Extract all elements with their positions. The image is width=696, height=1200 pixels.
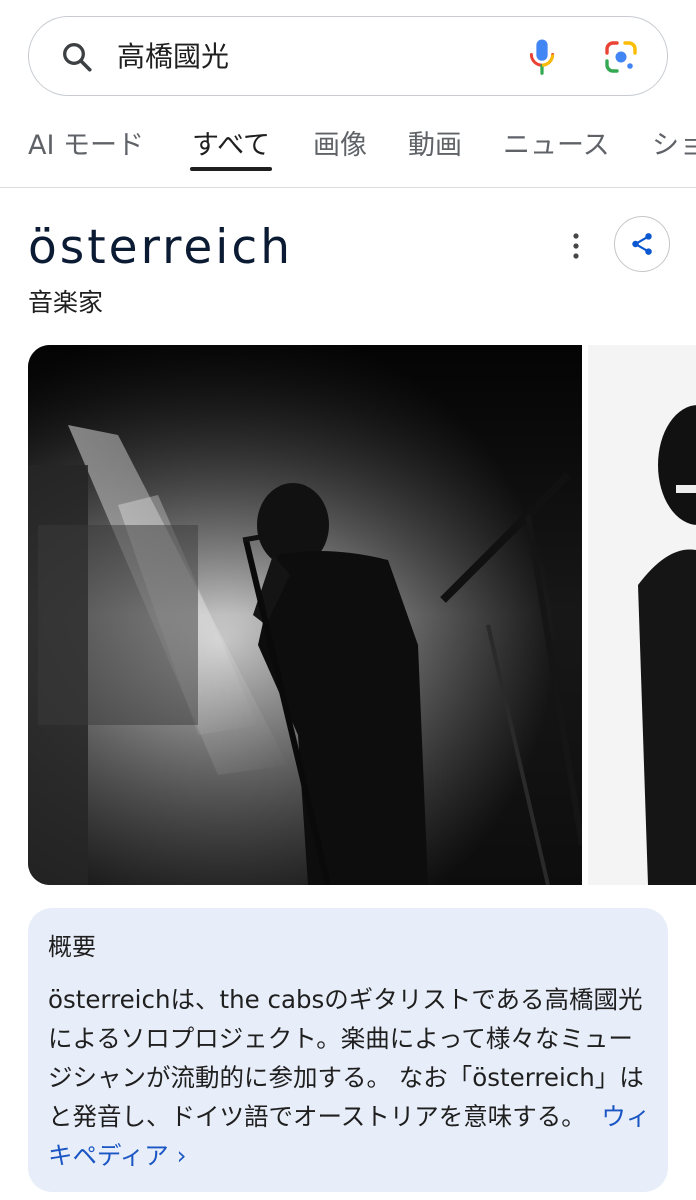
tab-videos[interactable]: 動画 [408,128,462,164]
more-options-icon[interactable] [562,226,590,266]
artist-photo-second[interactable] [588,345,696,885]
overview-card: 概要 österreichは、the cabsのギタリストである高橋國光によるソ… [28,908,668,1192]
search-icon[interactable] [59,39,95,75]
overview-heading: 概要 [48,933,96,961]
share-icon [632,233,652,255]
active-tab-indicator [190,167,272,171]
share-button[interactable] [614,216,670,272]
entity-subtitle: 音楽家 [28,288,104,317]
tab-news[interactable]: ニュース [503,128,610,164]
microphone-icon[interactable] [527,37,557,77]
entity-title: österreich [28,220,293,275]
tab-all[interactable]: すべて [192,128,270,164]
overview-text: österreichは、the cabsのギタリストである高橋國光によるソロプロ… [48,985,644,1131]
camera-lens-icon[interactable] [603,39,639,75]
search-tabs: AI モード すべて 画像 動画 ニュース ショ [0,110,696,188]
overview-description: österreichは、the cabsのギタリストである高橋國光によるソロプロ… [48,980,652,1175]
tab-shopping[interactable]: ショ [652,128,696,164]
search-input[interactable] [117,37,497,77]
search-bar[interactable] [28,16,668,96]
artist-photo-main[interactable] [28,345,582,885]
tab-images[interactable]: 画像 [313,128,367,164]
tab-ai-mode[interactable]: AI モード [28,128,144,164]
